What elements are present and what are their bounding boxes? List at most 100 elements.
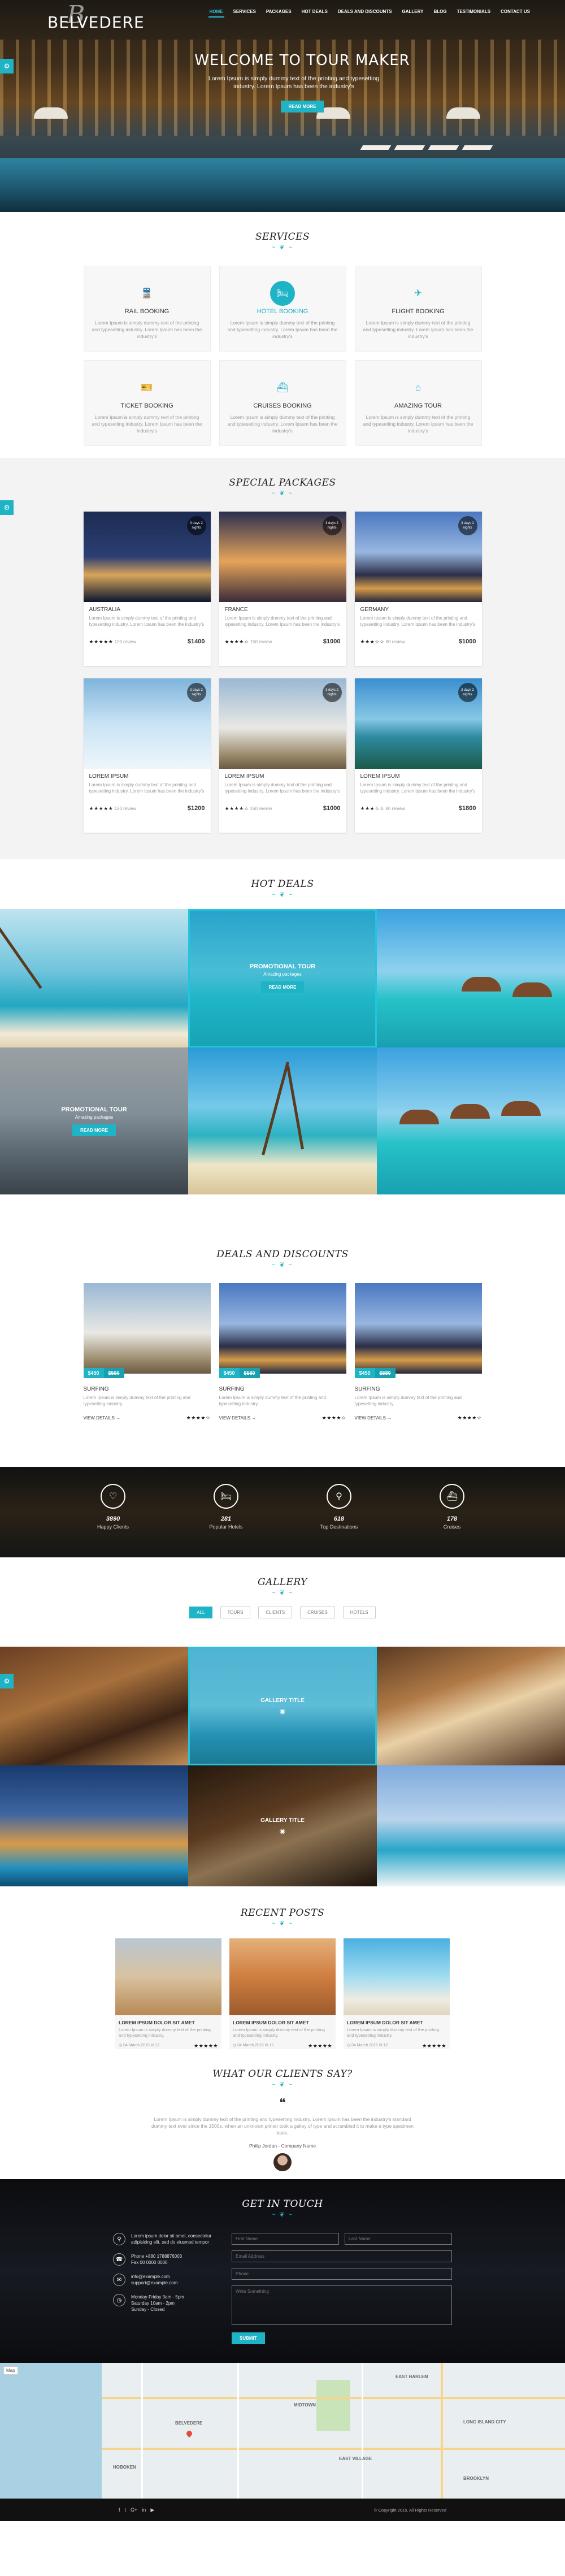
stat-value: 178 — [446, 1516, 458, 1522]
youtube-icon[interactable]: ▶ — [150, 2507, 154, 2513]
camera-icon[interactable]: ◉ — [280, 1707, 285, 1715]
package-card[interactable]: 3 days 2 nights LOREM IPSUM Lorem Ipsum … — [219, 678, 346, 833]
last-name-field[interactable] — [345, 2233, 452, 2245]
hot-deal-tile[interactable]: PROMOTIONAL TOUR Amazing packages READ M… — [188, 909, 377, 1047]
gallery-heading: GALLERY — [258, 1577, 307, 1588]
nav-item-contact[interactable]: CONTACT US — [499, 7, 531, 18]
hut-decoration — [399, 1110, 439, 1124]
package-image: 3 days 2 nights — [219, 678, 346, 769]
gallery-tile[interactable]: GALLERY TITLE ◉ — [188, 1647, 377, 1765]
nav-item-blog[interactable]: BLOG — [432, 7, 447, 18]
email-field[interactable] — [232, 2250, 452, 2262]
nav-item-testimonials[interactable]: TESTIMONIALS — [456, 7, 492, 18]
service-name: AMAZING TOUR — [394, 402, 442, 409]
nav-item-hot-deals[interactable]: HOT DEALS — [301, 7, 329, 18]
hero-title: WELCOME TO TOUR MAKER — [194, 52, 410, 69]
deal-text: Lorem Ipsum is simply dummy text of the … — [354, 1395, 462, 1406]
nav-item-services[interactable]: SERVICES — [232, 7, 257, 18]
nav-item-packages[interactable]: PACKAGES — [265, 7, 293, 18]
rating-stars: ★★★★☆ — [186, 1415, 211, 1421]
packages-heading: SPECIAL PACKAGES — [229, 477, 336, 488]
google-plus-icon[interactable]: G+ — [131, 2507, 137, 2513]
post-title[interactable]: LOREM IPSUM DOLOR SIT AMET — [347, 2020, 446, 2025]
gallery-tile[interactable]: GALLERY TITLE ◉ — [188, 1765, 377, 1886]
gallery-tile[interactable] — [0, 1765, 188, 1886]
filter-hotels-button[interactable]: HOTELS — [342, 1607, 376, 1618]
duration-badge: 3 days 2 nights — [186, 683, 206, 702]
hot-deal-tile[interactable]: PROMOTIONAL TOUR Amazing packages READ M… — [0, 1047, 188, 1194]
post-card[interactable]: LOREM IPSUM DOLOR SIT AMET Lorem Ipsum i… — [115, 1938, 221, 2060]
flourish-divider: ~ ❦ ~ — [271, 1262, 294, 1268]
gallery-tile[interactable] — [377, 1765, 565, 1886]
post-date: 04 March 2015 — [351, 2044, 378, 2047]
service-card-flight[interactable]: ✈ FLIGHT BOOKING Lorem Ipsum is simply d… — [354, 266, 482, 352]
hero-read-more-button[interactable]: READ MORE — [280, 101, 324, 112]
site-logo[interactable]: B BELVEDERE — [47, 1, 145, 32]
settings-gear-icon[interactable]: ⚙ — [0, 1674, 14, 1689]
service-name: TICKET BOOKING — [120, 402, 173, 409]
deal-old-price: $580 — [375, 1368, 395, 1378]
post-card[interactable]: LOREM IPSUM DOLOR SIT AMET Lorem Ipsum i… — [229, 1938, 336, 2060]
first-name-field[interactable] — [232, 2233, 339, 2245]
gallery-item-title: GALLERY TITLE — [260, 1697, 305, 1704]
hot-deal-tile[interactable] — [377, 1047, 565, 1194]
post-image — [344, 1938, 450, 2015]
map-pin-icon[interactable] — [185, 2429, 194, 2438]
deal-card[interactable]: $450 $580 SURFING Lorem Ipsum is simply … — [83, 1283, 211, 1443]
service-card-hotel[interactable]: 🛏 HOTEL BOOKING Lorem Ipsum is simply du… — [219, 266, 346, 352]
service-card-tour[interactable]: ⌂ AMAZING TOUR Lorem Ipsum is simply dum… — [354, 360, 482, 446]
service-card-cruises[interactable]: ⛴ CRUISES BOOKING Lorem Ipsum is simply … — [219, 360, 346, 446]
gallery-grid: ⚙ GALLERY TITLE ◉ GALLERY TITLE ◉ — [0, 1647, 565, 1886]
rating-stars: ★★★★★ — [308, 2043, 332, 2049]
deal-price: $450 — [83, 1368, 104, 1378]
settings-gear-icon[interactable]: ⚙ — [0, 59, 14, 73]
promo-title: PROMOTIONAL TOUR — [61, 1106, 127, 1113]
package-card[interactable]: 3 days 2 nights LOREM IPSUM Lorem Ipsum … — [354, 678, 482, 833]
promo-read-more-button[interactable]: READ MORE — [260, 981, 305, 993]
message-field[interactable] — [232, 2285, 452, 2325]
filter-clients-button[interactable]: CLIENTS — [258, 1607, 293, 1618]
package-card[interactable]: 3 days 2 nights GERMANY Lorem Ipsum is s… — [354, 512, 482, 666]
flourish-divider: ~ ❦ ~ — [271, 2211, 294, 2218]
hot-deal-tile[interactable] — [0, 909, 188, 1047]
post-title[interactable]: LOREM IPSUM DOLOR SIT AMET — [233, 2020, 332, 2025]
package-card[interactable]: 3 days 2 nights AUSTRALIA Lorem Ipsum is… — [83, 512, 211, 666]
nav-item-gallery[interactable]: GALLERY — [401, 7, 425, 18]
linkedin-icon[interactable]: in — [142, 2507, 146, 2513]
camera-icon[interactable]: ◉ — [280, 1827, 285, 1835]
deal-card[interactable]: $450 $580 SURFING Lorem Ipsum is simply … — [354, 1283, 482, 1443]
posts-grid: LOREM IPSUM DOLOR SIT AMET Lorem Ipsum i… — [0, 1938, 565, 2060]
facebook-icon[interactable]: f — [119, 2507, 120, 2513]
nav-item-deals[interactable]: DEALS AND DISCOUNTS — [337, 7, 393, 18]
heart-icon: ♡ — [101, 1484, 125, 1509]
service-text: Lorem Ipsum is simply dummy text of the … — [363, 320, 473, 339]
post-card[interactable]: LOREM IPSUM DOLOR SIT AMET Lorem Ipsum i… — [344, 1938, 450, 2060]
filter-tours-button[interactable]: TOURS — [220, 1607, 251, 1618]
map-section[interactable]: Map BELVEDERE MIDTOWN EAST VILLAGE EAST … — [0, 2363, 565, 2499]
deal-card[interactable]: $450 $580 SURFING Lorem Ipsum is simply … — [219, 1283, 346, 1443]
post-date: 04 March 2015 — [237, 2044, 264, 2047]
package-card[interactable]: 3 days 2 nights FRANCE Lorem Ipsum is si… — [219, 512, 346, 666]
filter-all-button[interactable]: ALL — [189, 1607, 212, 1618]
view-details-link[interactable]: VIEW DETAILS → — [84, 1415, 121, 1421]
twitter-icon[interactable]: t — [125, 2507, 127, 2513]
promo-read-more-button[interactable]: READ MORE — [72, 1124, 116, 1136]
package-name: LOREM IPSUM — [89, 773, 129, 780]
package-card[interactable]: 3 days 2 nights LOREM IPSUM Lorem Ipsum … — [83, 678, 211, 833]
hot-deal-tile[interactable] — [188, 1047, 377, 1194]
gallery-tile[interactable] — [377, 1647, 565, 1765]
filter-cruises-button[interactable]: CRUISES — [300, 1607, 335, 1618]
gallery-tile[interactable]: ⚙ — [0, 1647, 188, 1765]
nav-item-home[interactable]: HOME — [208, 7, 224, 18]
service-card-rail[interactable]: 🚆 RAIL BOOKING Lorem Ipsum is simply dum… — [83, 266, 211, 352]
post-title[interactable]: LOREM IPSUM DOLOR SIT AMET — [119, 2020, 218, 2025]
service-card-ticket[interactable]: 🎫 TICKET BOOKING Lorem Ipsum is simply d… — [83, 360, 211, 446]
view-details-link[interactable]: VIEW DETAILS → — [355, 1415, 392, 1421]
post-text: Lorem Ipsum is simply dummy text of the … — [233, 2027, 325, 2038]
submit-button[interactable]: SUBMIT — [232, 2332, 265, 2344]
hot-deal-tile[interactable] — [377, 909, 565, 1047]
view-details-link[interactable]: VIEW DETAILS → — [219, 1415, 257, 1421]
map-type-button[interactable]: Map — [3, 2366, 18, 2375]
phone-field[interactable] — [232, 2268, 452, 2280]
settings-gear-icon[interactable]: ⚙ — [0, 500, 14, 515]
